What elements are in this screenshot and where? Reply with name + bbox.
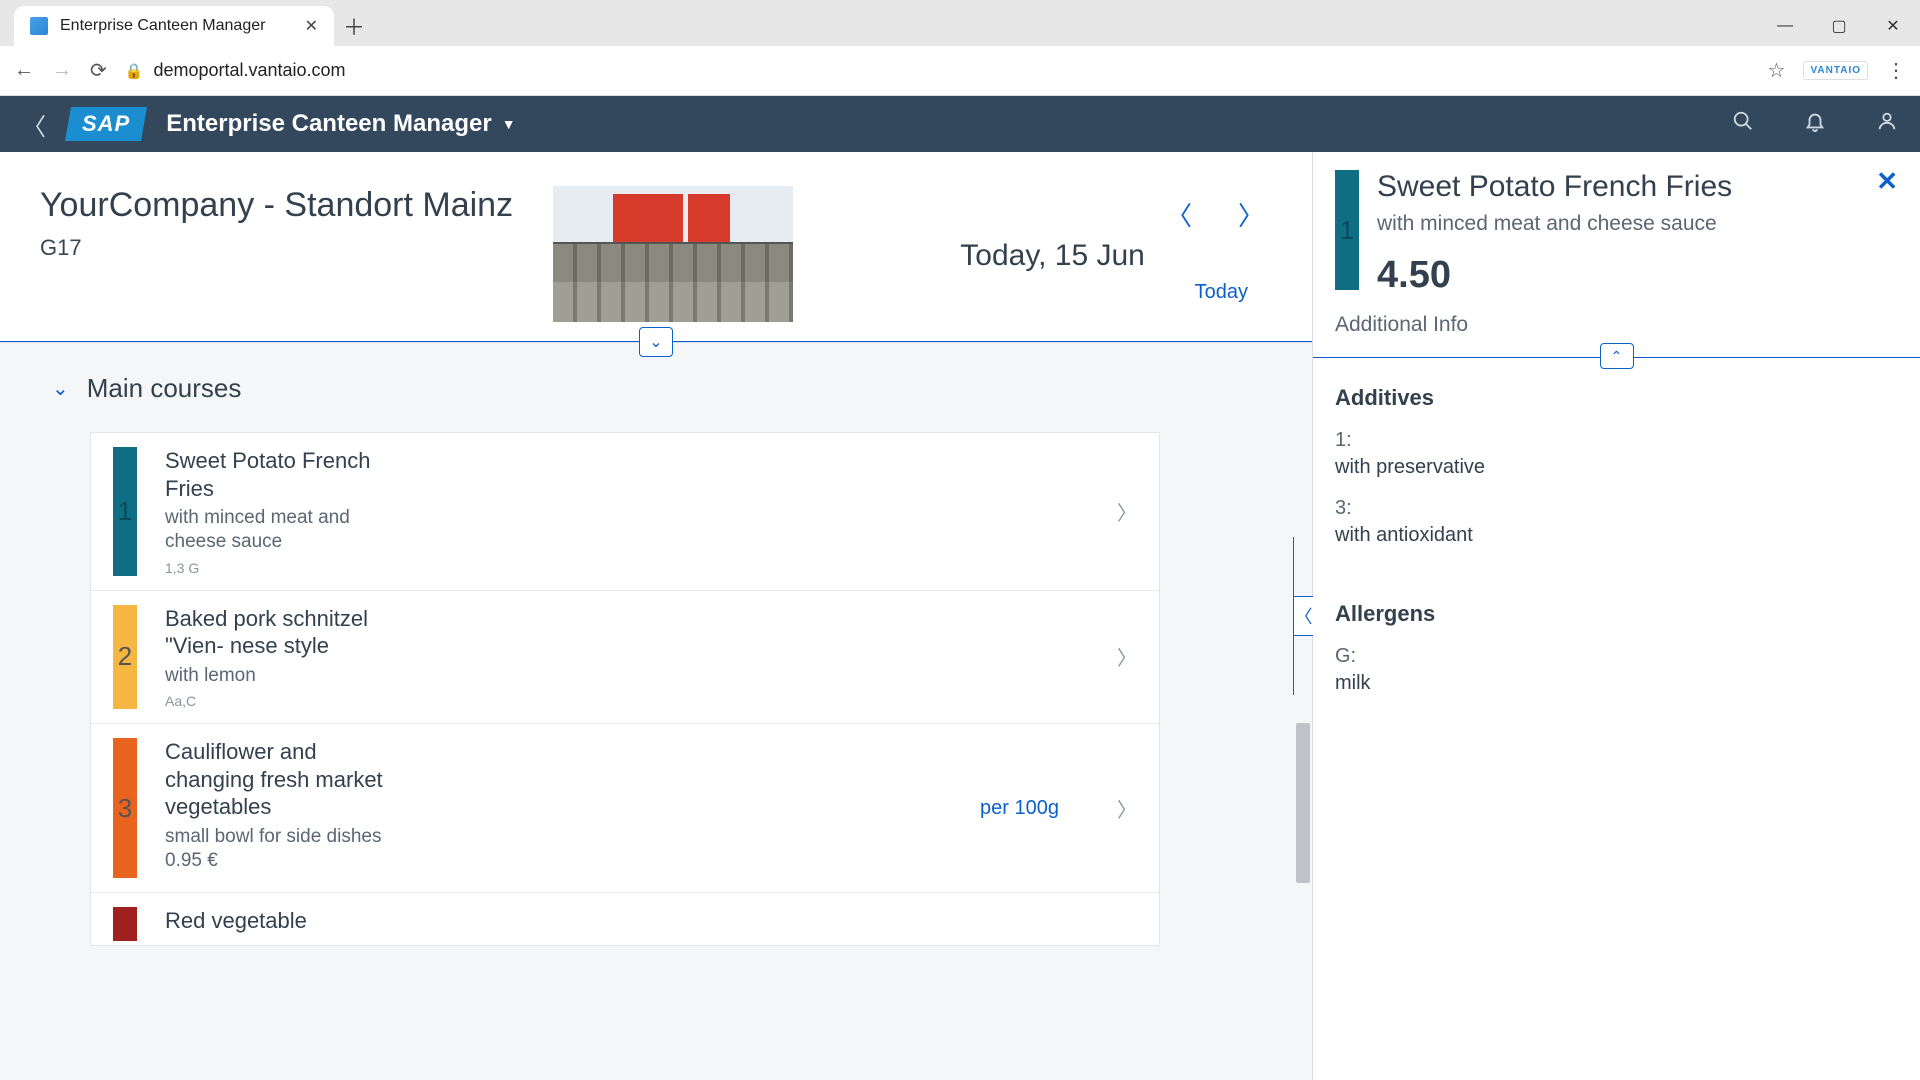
item-tags: 1,3 G — [165, 560, 395, 576]
expand-header-handle[interactable]: ⌄ — [639, 327, 673, 357]
collapse-detail-pane-handle[interactable]: 〈 — [1293, 596, 1313, 636]
user-icon[interactable] — [1876, 110, 1898, 138]
new-tab-button[interactable]: ＋ — [334, 6, 374, 46]
browser-address-bar: ← → ⟳ 🔒 demoportal.vantaio.com ☆ VANTAIO… — [0, 46, 1920, 96]
browser-chrome: Enterprise Canteen Manager ✕ ＋ — ▢ ✕ ← →… — [0, 0, 1920, 96]
lock-icon: 🔒 — [125, 62, 144, 80]
detail-price: 4.50 — [1377, 254, 1732, 297]
item-title: Baked pork schnitzel "Vien- nese style — [165, 605, 395, 660]
date-label: Today, 15 Jun — [833, 239, 1272, 273]
list-item[interactable]: 1 Sweet Potato French Fries with minced … — [91, 433, 1159, 591]
address-field[interactable]: 🔒 demoportal.vantaio.com — [125, 60, 1750, 81]
additive-item: 3: with antioxidant — [1335, 497, 1898, 547]
item-extra — [423, 447, 1089, 576]
scrollbar-thumb[interactable] — [1296, 723, 1310, 883]
browser-titlebar: Enterprise Canteen Manager ✕ ＋ — ▢ ✕ — [0, 0, 1920, 46]
detail-header: 1 Sweet Potato French Fries with minced … — [1313, 152, 1920, 297]
app-body: YourCompany - Standort Mainz G17 〈 〉 Tod… — [0, 152, 1920, 1080]
chevron-right-icon: 〉 — [1117, 605, 1137, 710]
item-number-badge: 1 — [113, 447, 137, 576]
tab-close-icon[interactable]: ✕ — [305, 16, 318, 36]
url-text: demoportal.vantaio.com — [153, 60, 345, 81]
allergens-section: Allergens G: milk — [1313, 583, 1920, 731]
detail-pane: 1 Sweet Potato French Fries with minced … — [1312, 152, 1920, 1080]
item-number-badge — [113, 907, 137, 941]
additives-heading: Additives — [1335, 385, 1898, 411]
additive-key: 3: — [1335, 497, 1898, 520]
item-subtitle: with lemon — [165, 664, 395, 688]
allergen-value: milk — [1335, 672, 1898, 695]
location-text: YourCompany - Standort Mainz G17 — [40, 186, 513, 322]
tab-title: Enterprise Canteen Manager — [60, 17, 293, 35]
section-title: Main courses — [87, 373, 242, 404]
tab-favicon — [30, 17, 48, 35]
window-close-icon[interactable]: ✕ — [1866, 6, 1920, 46]
additives-section: Additives 1: with preservative 3: with a… — [1313, 367, 1920, 583]
chevron-right-icon: 〉 — [1117, 447, 1137, 576]
app-back-icon[interactable]: 〈 — [22, 107, 46, 142]
nav-reload-icon[interactable]: ⟳ — [90, 58, 107, 83]
date-prev-icon[interactable]: 〈 — [1158, 196, 1200, 233]
detail-number-badge: 1 — [1335, 170, 1359, 290]
additive-value: with antioxidant — [1335, 524, 1898, 547]
additive-item: 1: with preservative — [1335, 429, 1898, 479]
allergen-key: G: — [1335, 645, 1898, 668]
allergen-item: G: milk — [1335, 645, 1898, 695]
window-maximize-icon[interactable]: ▢ — [1812, 6, 1866, 46]
nav-forward-icon[interactable]: → — [52, 59, 72, 82]
location-code: G17 — [40, 235, 513, 261]
window-minimize-icon[interactable]: — — [1758, 6, 1812, 46]
detail-subtitle: with minced meat and cheese sauce — [1377, 212, 1732, 236]
window-controls: — ▢ ✕ — [1758, 6, 1920, 46]
browser-menu-icon[interactable]: ⋮ — [1886, 58, 1906, 83]
allergens-heading: Allergens — [1335, 601, 1898, 627]
search-icon[interactable] — [1732, 110, 1754, 138]
date-next-icon[interactable]: 〉 — [1230, 196, 1272, 233]
additive-key: 1: — [1335, 429, 1898, 452]
nav-back-icon[interactable]: ← — [14, 59, 34, 82]
chevron-down-icon: ⌄ — [52, 376, 69, 401]
additive-value: with preservative — [1335, 456, 1898, 479]
today-link[interactable]: Today — [833, 281, 1272, 304]
location-header: YourCompany - Standort Mainz G17 〈 〉 Tod… — [0, 152, 1312, 343]
chevron-right-icon: 〉 — [1117, 738, 1137, 878]
date-column: 〈 〉 Today, 15 Jun Today — [833, 186, 1272, 322]
bookmark-star-icon[interactable]: ☆ — [1768, 58, 1786, 83]
menu-list: 1 Sweet Potato French Fries with minced … — [90, 432, 1160, 946]
app-title-dropdown[interactable]: Enterprise Canteen Manager ▼ — [166, 110, 515, 138]
extension-badge[interactable]: VANTAIO — [1803, 61, 1868, 80]
item-extra: per 100g — [423, 738, 1089, 878]
item-subtitle: small bowl for side dishes 0.95 € — [165, 825, 395, 873]
item-number-badge: 2 — [113, 605, 137, 710]
item-title: Sweet Potato French Fries — [165, 447, 395, 502]
browser-tab[interactable]: Enterprise Canteen Manager ✕ — [14, 6, 334, 46]
location-image — [553, 186, 793, 322]
section-area: ⌄ Main courses 1 Sweet Potato French Fri… — [0, 343, 1312, 1080]
collapse-section-handle[interactable]: ⌃ — [1600, 343, 1634, 369]
app-title-text: Enterprise Canteen Manager — [166, 110, 491, 138]
item-tags: Aa,C — [165, 693, 395, 709]
caret-down-icon: ▼ — [502, 116, 516, 132]
list-item[interactable]: 2 Baked pork schnitzel "Vien- nese style… — [91, 591, 1159, 725]
item-subtitle: with minced meat and cheese sauce — [165, 506, 395, 554]
detail-title: Sweet Potato French Fries — [1377, 170, 1732, 204]
item-title: Cauliflower and changing fresh market ve… — [165, 738, 395, 821]
item-extra — [423, 605, 1089, 710]
list-item[interactable]: 3 Cauliflower and changing fresh market … — [91, 724, 1159, 893]
close-detail-icon[interactable]: ✕ — [1876, 166, 1898, 197]
item-number-badge: 3 — [113, 738, 137, 878]
bell-icon[interactable] — [1804, 110, 1826, 138]
list-item[interactable]: Red vegetable — [91, 893, 1159, 945]
additional-info-label: Additional Info — [1313, 297, 1920, 347]
app-header: 〈 SAP Enterprise Canteen Manager ▼ — [0, 96, 1920, 152]
left-pane: YourCompany - Standort Mainz G17 〈 〉 Tod… — [0, 152, 1312, 1080]
location-name: YourCompany - Standort Mainz — [40, 186, 513, 225]
item-title: Red vegetable — [165, 907, 395, 935]
sap-logo: SAP — [65, 107, 147, 141]
